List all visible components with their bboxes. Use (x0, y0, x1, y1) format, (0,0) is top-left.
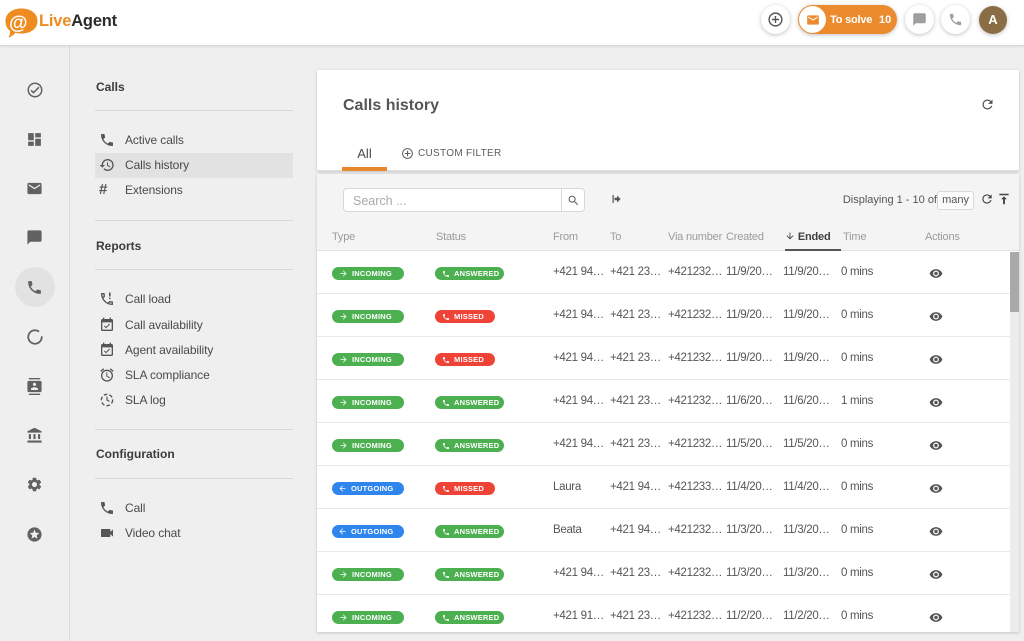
svg-text:@: @ (9, 13, 28, 34)
